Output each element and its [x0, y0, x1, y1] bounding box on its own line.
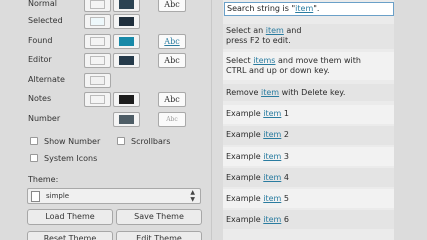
example-number: 1 [283, 109, 289, 118]
highlight: item [263, 130, 282, 139]
row-found-label: Found [28, 36, 53, 45]
highlight: item [263, 152, 282, 161]
example-number: 2 [283, 130, 289, 139]
highlight: item [263, 215, 282, 224]
row-notes-label: Notes [28, 94, 52, 103]
highlight: item [261, 88, 280, 97]
search-term: item [295, 4, 314, 13]
theme-select-value: simple [46, 192, 70, 200]
edit-theme-button[interactable]: Edit Theme [116, 231, 202, 240]
found-foreground-swatch[interactable] [113, 34, 140, 49]
highlight: item [263, 194, 282, 203]
row-editor: Editor Abc [21, 52, 204, 68]
search-suffix: ". [313, 4, 320, 13]
row-normal: Normal Abc [21, 0, 204, 12]
text: Example [226, 130, 264, 139]
select-arrows-icon: ▲ ▼ [190, 189, 195, 203]
list-item[interactable]: Example item 2 [226, 130, 392, 140]
found-background-swatch[interactable] [84, 34, 111, 49]
preview-list: Search string is "item". Select an item … [223, 0, 394, 240]
show-number-checkbox[interactable]: Show Number [30, 137, 100, 146]
row-alternate: Alternate [21, 72, 204, 88]
list-item[interactable]: Select items and move them with CTRL and … [226, 56, 392, 76]
text: press F2 to edit. [226, 36, 291, 45]
normal-background-swatch[interactable] [84, 0, 111, 12]
text: Example [226, 194, 264, 203]
highlight: item [263, 109, 282, 118]
text: Example [226, 173, 264, 182]
example-number: 5 [283, 194, 289, 203]
row-alternate-label: Alternate [28, 75, 65, 84]
editor-background-swatch[interactable] [84, 53, 111, 68]
theme-select[interactable]: simple ▲ ▼ [27, 188, 201, 204]
window-edge [394, 0, 427, 240]
system-icons-label: System Icons [44, 154, 98, 163]
row-number-label: Number [28, 114, 61, 123]
text: and move them with [275, 56, 361, 65]
number-font-button[interactable]: Abc [158, 112, 186, 127]
list-item[interactable]: Example item 6 [226, 215, 392, 225]
row-found: Found Abc [21, 33, 204, 49]
normal-foreground-swatch[interactable] [113, 0, 140, 12]
show-number-box[interactable] [30, 137, 38, 145]
load-theme-button[interactable]: Load Theme [27, 209, 113, 225]
system-icons-box[interactable] [30, 154, 38, 162]
text: CTRL and up or down key. [226, 66, 330, 75]
notes-foreground-swatch[interactable] [113, 92, 140, 107]
text: Example [226, 109, 264, 118]
text: with Delete key. [279, 88, 346, 97]
highlight: item [265, 26, 284, 35]
notes-background-swatch[interactable] [84, 92, 111, 107]
row-selected: Selected [21, 13, 204, 29]
editor-font-button[interactable]: Abc [158, 53, 186, 68]
theme-label: Theme: [28, 175, 59, 184]
list-item[interactable]: Example item 5 [226, 194, 392, 204]
save-theme-button[interactable]: Save Theme [116, 209, 202, 225]
panel-divider [211, 0, 212, 240]
document-icon [31, 191, 40, 202]
example-number: 3 [283, 152, 289, 161]
selected-background-swatch[interactable] [84, 14, 111, 29]
normal-font-button[interactable]: Abc [158, 0, 186, 12]
search-status-field: Search string is "item". [224, 2, 394, 16]
text: Remove [226, 88, 262, 97]
scrollbars-box[interactable] [117, 137, 125, 145]
highlight: item [263, 173, 282, 182]
system-icons-checkbox[interactable]: System Icons [30, 154, 97, 163]
list-item[interactable]: Example item 4 [226, 173, 392, 183]
row-normal-label: Normal [28, 0, 57, 8]
reset-theme-button[interactable]: Reset Theme [27, 231, 113, 240]
number-foreground-swatch[interactable] [113, 112, 140, 127]
list-item[interactable]: Example item 3 [226, 152, 392, 162]
selected-foreground-swatch[interactable] [113, 14, 140, 29]
text: and [283, 26, 302, 35]
search-prefix: Search string is " [227, 4, 296, 13]
row-number: Number Abc [21, 111, 204, 127]
list-item[interactable]: Remove item with Delete key. [226, 88, 392, 98]
alternate-background-swatch[interactable] [84, 73, 111, 88]
text: Select [226, 56, 254, 65]
text: Example [226, 215, 264, 224]
text: Example [226, 152, 264, 161]
example-number: 6 [283, 215, 289, 224]
example-number: 4 [283, 173, 289, 182]
scrollbars-checkbox[interactable]: Scrollbars [117, 137, 170, 146]
text: Select an [226, 26, 266, 35]
editor-foreground-swatch[interactable] [113, 53, 140, 68]
row-editor-label: Editor [28, 55, 52, 64]
show-number-label: Show Number [44, 137, 101, 146]
row-notes: Notes Abc [21, 91, 204, 107]
notes-font-button[interactable]: Abc [158, 92, 186, 107]
highlight: items [253, 56, 276, 65]
list-item[interactable]: Example item 1 [226, 109, 392, 119]
list-item[interactable]: Select an item and press F2 to edit. [226, 26, 392, 46]
scrollbars-label: Scrollbars [131, 137, 171, 146]
row-selected-label: Selected [28, 16, 63, 25]
theme-editor-panel: Normal Abc Selected Found Abc Editor Abc… [21, 0, 204, 240]
found-font-button[interactable]: Abc [158, 34, 186, 49]
